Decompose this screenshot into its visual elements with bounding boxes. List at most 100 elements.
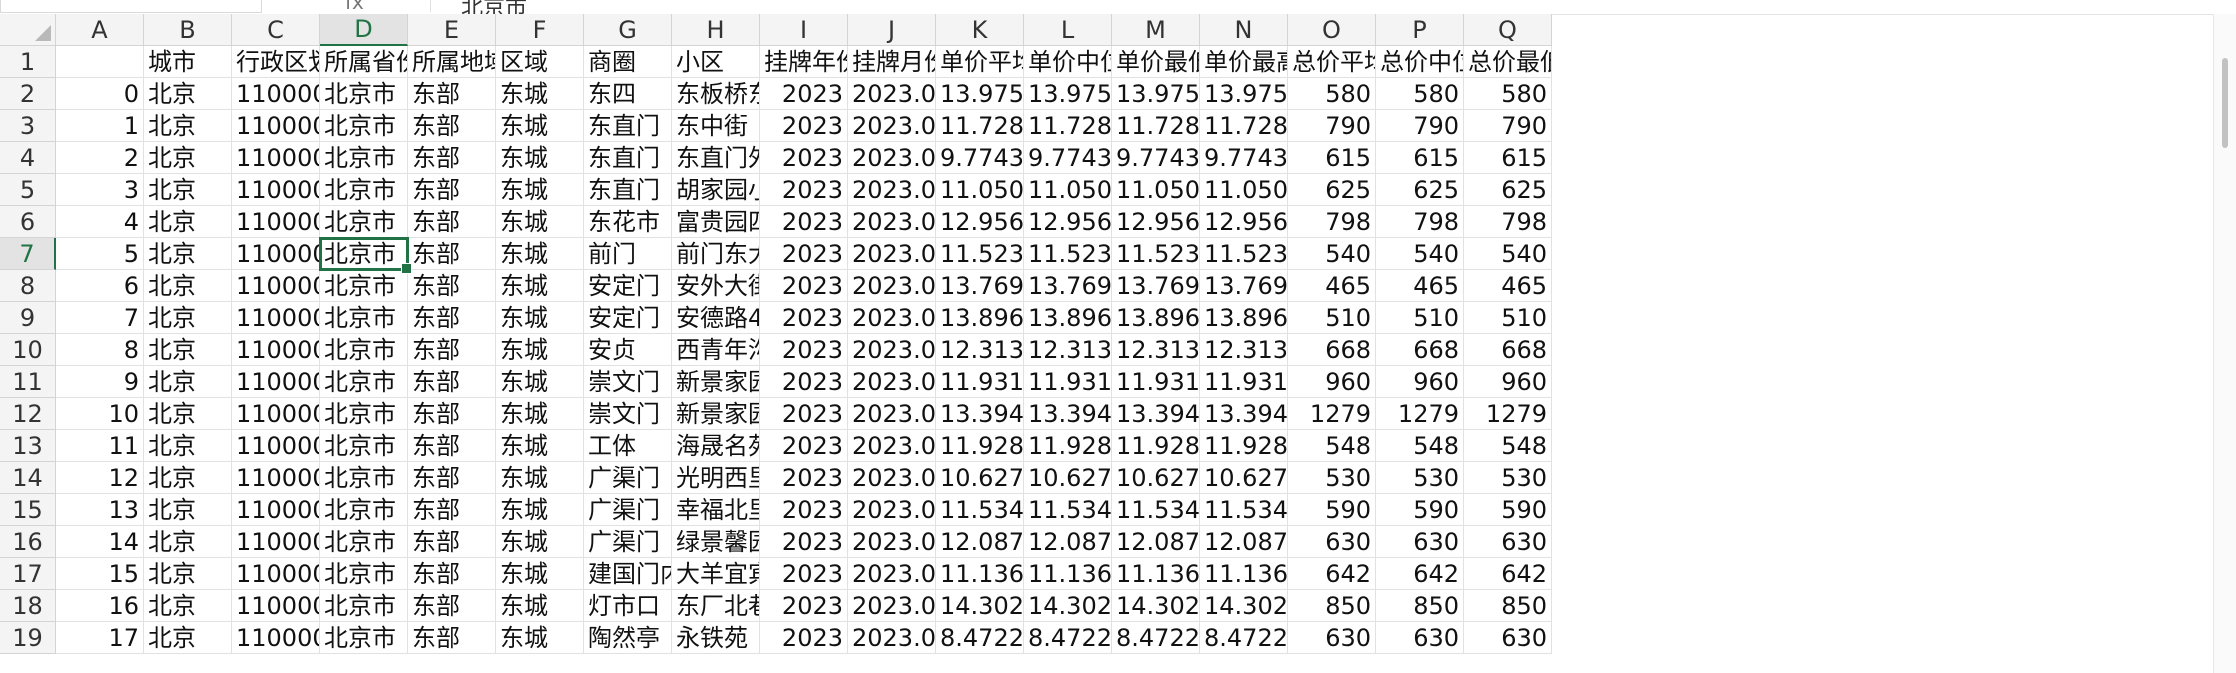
- cell-q7[interactable]: 540: [1464, 238, 1552, 270]
- cell-n13[interactable]: 11.928603: [1200, 430, 1288, 462]
- cell-m2[interactable]: 13.975904: [1112, 78, 1200, 110]
- cell-m13[interactable]: 11.928603: [1112, 430, 1200, 462]
- cell-g6[interactable]: 东花市: [584, 206, 672, 238]
- cell-g5[interactable]: 东直门: [584, 174, 672, 206]
- cell-m16[interactable]: 12.08749: [1112, 526, 1200, 558]
- cell-h17[interactable]: 大羊宜宾胡: [672, 558, 760, 590]
- cell-m3[interactable]: 11.728029: [1112, 110, 1200, 142]
- cell-i15[interactable]: 2023: [760, 494, 848, 526]
- cell-d10[interactable]: 北京市: [320, 334, 408, 366]
- cell-m17[interactable]: 11.136167: [1112, 558, 1200, 590]
- cell-g19[interactable]: 陶然亭: [584, 622, 672, 654]
- column-header-a[interactable]: A: [56, 14, 144, 46]
- cell-i5[interactable]: 2023: [760, 174, 848, 206]
- cell-g2[interactable]: 东四: [584, 78, 672, 110]
- cell-d19[interactable]: 北京市: [320, 622, 408, 654]
- row-header-4[interactable]: 4: [0, 142, 56, 174]
- cell-q4[interactable]: 615: [1464, 142, 1552, 174]
- cell-b14[interactable]: 北京: [144, 462, 232, 494]
- cell-m19[interactable]: 8.4722969: [1112, 622, 1200, 654]
- cell-j19[interactable]: 2023.02: [848, 622, 936, 654]
- cell-o5[interactable]: 625: [1288, 174, 1376, 206]
- cell-l5[interactable]: 11.050212: [1024, 174, 1112, 206]
- cell-d16[interactable]: 北京市: [320, 526, 408, 558]
- cell-l9[interactable]: 13.896458: [1024, 302, 1112, 334]
- cell-i10[interactable]: 2023: [760, 334, 848, 366]
- cell-h6[interactable]: 富贵园四区: [672, 206, 760, 238]
- cell-n16[interactable]: 12.08749: [1200, 526, 1288, 558]
- cell-o18[interactable]: 850: [1288, 590, 1376, 622]
- cell-n5[interactable]: 11.050212: [1200, 174, 1288, 206]
- cell-h16[interactable]: 绿景馨园: [672, 526, 760, 558]
- select-all-corner[interactable]: [0, 14, 56, 46]
- cell-j18[interactable]: 2023.02: [848, 590, 936, 622]
- column-header-j[interactable]: J: [848, 14, 936, 46]
- cell-a15[interactable]: 13: [56, 494, 144, 526]
- cell-l4[interactable]: 9.7743166: [1024, 142, 1112, 174]
- column-header-l[interactable]: L: [1024, 14, 1112, 46]
- cell-g11[interactable]: 崇文门: [584, 366, 672, 398]
- formula-input[interactable]: 北京市: [430, 0, 2221, 14]
- cell-k12[interactable]: 13.394073: [936, 398, 1024, 430]
- cell-m12[interactable]: 13.394073: [1112, 398, 1200, 430]
- cell-a1[interactable]: [56, 46, 144, 78]
- cell-j10[interactable]: 2023.02: [848, 334, 936, 366]
- cell-n14[interactable]: 10.627632: [1200, 462, 1288, 494]
- cell-n10[interactable]: 12.313364: [1200, 334, 1288, 366]
- cell-q19[interactable]: 630: [1464, 622, 1552, 654]
- cell-e15[interactable]: 东部: [408, 494, 496, 526]
- cell-n17[interactable]: 11.136167: [1200, 558, 1288, 590]
- cell-i18[interactable]: 2023: [760, 590, 848, 622]
- cell-e10[interactable]: 东部: [408, 334, 496, 366]
- cell-f6[interactable]: 东城: [496, 206, 584, 238]
- cell-m18[interactable]: 14.302541: [1112, 590, 1200, 622]
- cell-l2[interactable]: 13.975904: [1024, 78, 1112, 110]
- cell-f14[interactable]: 东城: [496, 462, 584, 494]
- cell-h3[interactable]: 东中街: [672, 110, 760, 142]
- cell-h5[interactable]: 胡家园小区: [672, 174, 760, 206]
- cell-f3[interactable]: 东城: [496, 110, 584, 142]
- cell-l7[interactable]: 11.523688: [1024, 238, 1112, 270]
- cell-h15[interactable]: 幸福北里: [672, 494, 760, 526]
- cell-h19[interactable]: 永铁苑: [672, 622, 760, 654]
- column-header-e[interactable]: E: [408, 14, 496, 46]
- cell-q12[interactable]: 1279: [1464, 398, 1552, 430]
- cell-e7[interactable]: 东部: [408, 238, 496, 270]
- cell-d14[interactable]: 北京市: [320, 462, 408, 494]
- cell-i16[interactable]: 2023: [760, 526, 848, 558]
- cell-j11[interactable]: 2023.02: [848, 366, 936, 398]
- cell-c17[interactable]: 110000: [232, 558, 320, 590]
- cell-p2[interactable]: 580: [1376, 78, 1464, 110]
- cell-i17[interactable]: 2023: [760, 558, 848, 590]
- cell-k19[interactable]: 8.4722969: [936, 622, 1024, 654]
- cell-j16[interactable]: 2023.02: [848, 526, 936, 558]
- cell-e19[interactable]: 东部: [408, 622, 496, 654]
- cell-o13[interactable]: 548: [1288, 430, 1376, 462]
- cell-l6[interactable]: 12.956649: [1024, 206, 1112, 238]
- cell-h8[interactable]: 安外大街3号: [672, 270, 760, 302]
- cell-a12[interactable]: 10: [56, 398, 144, 430]
- cell-c19[interactable]: 110000: [232, 622, 320, 654]
- cell-f9[interactable]: 东城: [496, 302, 584, 334]
- cell-c6[interactable]: 110000: [232, 206, 320, 238]
- cell-m15[interactable]: 11.534702: [1112, 494, 1200, 526]
- row-header-1[interactable]: 1: [0, 46, 56, 78]
- cell-h4[interactable]: 东直门外小: [672, 142, 760, 174]
- cell-f16[interactable]: 东城: [496, 526, 584, 558]
- column-header-h[interactable]: H: [672, 14, 760, 46]
- cell-q1[interactable]: 总价最低价: [1464, 46, 1552, 78]
- cell-g15[interactable]: 广渠门: [584, 494, 672, 526]
- row-header-5[interactable]: 5: [0, 174, 56, 206]
- column-header-m[interactable]: M: [1112, 14, 1200, 46]
- cell-e17[interactable]: 东部: [408, 558, 496, 590]
- row-header-19[interactable]: 19: [0, 622, 56, 654]
- cell-k14[interactable]: 10.627632: [936, 462, 1024, 494]
- cell-b11[interactable]: 北京: [144, 366, 232, 398]
- cell-n18[interactable]: 14.302541: [1200, 590, 1288, 622]
- cell-i13[interactable]: 2023: [760, 430, 848, 462]
- cell-o19[interactable]: 630: [1288, 622, 1376, 654]
- cell-m10[interactable]: 12.313364: [1112, 334, 1200, 366]
- cell-e3[interactable]: 东部: [408, 110, 496, 142]
- cell-a6[interactable]: 4: [56, 206, 144, 238]
- cell-e1[interactable]: 所属地域: [408, 46, 496, 78]
